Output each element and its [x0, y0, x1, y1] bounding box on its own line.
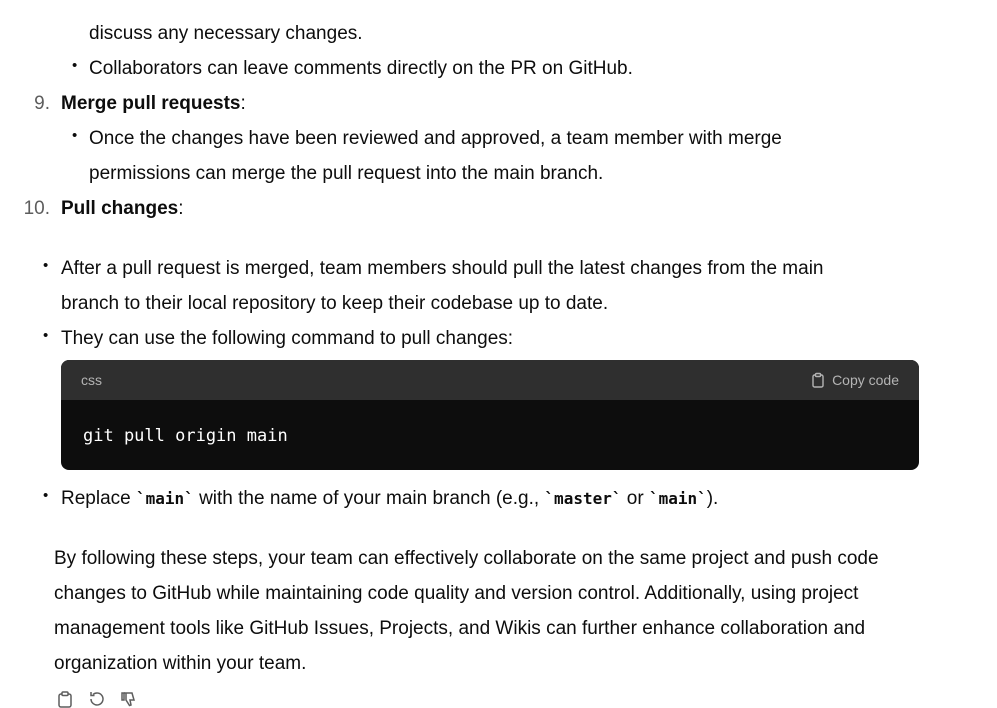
inline-code: `main`	[648, 489, 707, 508]
message-actions	[56, 690, 138, 708]
thumbs-down-icon[interactable]	[120, 690, 138, 708]
list-text: discuss any necessary changes.	[89, 23, 363, 44]
text-fragment: or	[621, 488, 649, 509]
list-text: After a pull request is merged, team mem…	[61, 258, 824, 279]
summary-line: management tools like GitHub Issues, Pro…	[54, 618, 866, 639]
bullet-icon: •	[43, 487, 49, 504]
colon: :	[240, 93, 246, 114]
copy-code-label: Copy code	[832, 372, 899, 388]
code-language-label: css	[81, 372, 102, 388]
regenerate-icon[interactable]	[88, 690, 106, 708]
summary-line: changes to GitHub while maintaining code…	[54, 583, 859, 604]
copy-icon[interactable]	[56, 690, 74, 708]
list-heading-title: Pull changes	[61, 198, 179, 219]
list-text: Collaborators can leave comments directl…	[89, 58, 633, 79]
list-heading: Pull changes:	[61, 191, 183, 226]
bullet-icon: •	[72, 57, 78, 74]
text-fragment: with the name of your main branch (e.g.,	[193, 488, 545, 509]
summary-line: organization within your team.	[54, 653, 307, 674]
text-fragment: ).	[706, 488, 719, 509]
bullet-icon: •	[43, 257, 49, 274]
code-block: css Copy code git pull origin main	[61, 360, 919, 470]
list-text: Replace `main` with the name of your mai…	[61, 481, 718, 516]
list-text: permissions can merge the pull request i…	[89, 163, 604, 184]
list-text: branch to their local repository to keep…	[61, 293, 609, 314]
list-text: Once the changes have been reviewed and …	[89, 128, 782, 149]
text-fragment: Replace	[61, 488, 136, 509]
list-number: 9.	[34, 93, 50, 114]
copy-code-button[interactable]: Copy code	[810, 372, 899, 388]
colon: :	[178, 198, 184, 219]
clipboard-icon	[812, 372, 824, 388]
code-content: git pull origin main	[83, 426, 288, 446]
list-heading: Merge pull requests:	[61, 86, 246, 121]
list-text: They can use the following command to pu…	[61, 328, 514, 349]
inline-code: `main`	[136, 489, 194, 508]
inline-code: `master`	[544, 489, 622, 508]
list-heading-title: Merge pull requests	[61, 93, 241, 114]
bullet-icon: •	[43, 327, 49, 344]
code-block-header: css Copy code	[61, 360, 919, 400]
bullet-icon: •	[72, 127, 78, 144]
summary-line: By following these steps, your team can …	[54, 548, 879, 569]
list-number: 10.	[23, 198, 50, 219]
